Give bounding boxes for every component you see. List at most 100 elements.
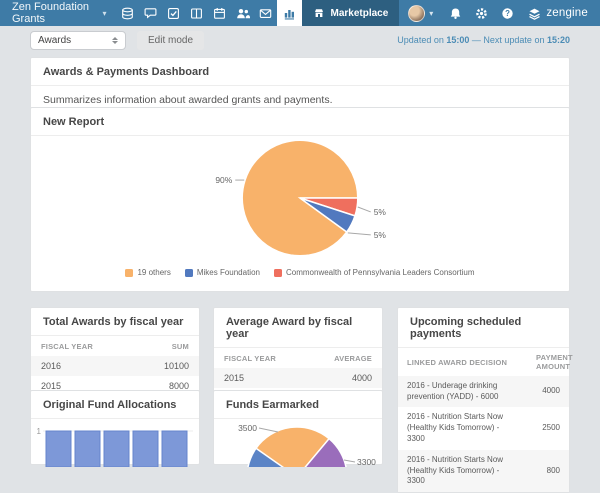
bell-icon bbox=[450, 7, 461, 19]
average-award-title: Average Award by fiscal year bbox=[214, 308, 382, 348]
notifications-button[interactable] bbox=[442, 0, 468, 26]
awards-pie-chart: 90% 5% 5% bbox=[215, 139, 387, 257]
bar-series bbox=[45, 430, 188, 467]
dashboard-title: Awards & Payments Dashboard bbox=[31, 58, 569, 86]
legend-swatch bbox=[184, 268, 193, 277]
columns-icon bbox=[191, 7, 203, 19]
updated-time: 15:00 bbox=[446, 35, 470, 45]
user-menu[interactable]: ▾ bbox=[399, 4, 442, 22]
edit-mode-button[interactable]: Edit mode bbox=[137, 31, 205, 50]
next-update-time: 15:20 bbox=[546, 35, 570, 45]
legend-label: Mikes Foundation bbox=[196, 268, 260, 277]
column-header: Average bbox=[334, 354, 372, 363]
nav-icon-bar bbox=[116, 0, 303, 26]
nav-mail-tab[interactable] bbox=[254, 0, 277, 26]
funds-earmarked-pie-chart: 3500 3300 bbox=[238, 423, 376, 467]
cell-payment-amount: 4000 bbox=[527, 375, 569, 408]
nav-tasks-tab[interactable] bbox=[162, 0, 185, 26]
legend-swatch bbox=[273, 268, 282, 277]
nav-activity-tab[interactable] bbox=[139, 0, 162, 26]
caret-down-icon: ▾ bbox=[429, 8, 434, 18]
table-row: 2016 10100 bbox=[31, 356, 199, 376]
new-report-title: New Report bbox=[31, 108, 569, 136]
bar bbox=[161, 430, 188, 467]
column-header: Payment amount bbox=[536, 353, 573, 372]
marketplace-button[interactable]: Marketplace bbox=[302, 0, 400, 26]
workspace-switcher[interactable]: Zen Foundation Grants ▾ bbox=[0, 0, 116, 26]
update-status: Updated on 15:00 — Next update on 15:20 bbox=[397, 35, 570, 45]
gear-icon bbox=[476, 7, 487, 19]
total-awards-table: Fiscal year Sum 2016 10100 2015 8000 bbox=[31, 336, 199, 396]
help-button[interactable]: ? bbox=[494, 0, 520, 26]
envelope-icon bbox=[260, 8, 272, 18]
column-header: Fiscal year bbox=[224, 354, 276, 363]
funds-earmarked-panel: Funds Earmarked 3500 3300 bbox=[213, 390, 383, 467]
upcoming-payments-table: Linked award decision Payment amount 201… bbox=[398, 348, 573, 493]
help-icon: ? bbox=[502, 7, 513, 19]
zengine-logo: zengine bbox=[520, 7, 600, 20]
upcoming-payments-panel: Upcoming scheduled payments Linked award… bbox=[397, 307, 573, 493]
marketplace-label: Marketplace bbox=[330, 7, 389, 19]
legend-swatch bbox=[125, 268, 134, 277]
y-axis-tick: 1 bbox=[37, 427, 42, 436]
new-report-chart: 90% 5% 5% bbox=[31, 136, 569, 266]
total-awards-panel: Total Awards by fiscal year Fiscal year … bbox=[30, 307, 200, 397]
pie-leader-line bbox=[258, 427, 279, 433]
calendar-icon bbox=[214, 7, 226, 19]
updated-prefix: Updated on bbox=[397, 35, 444, 45]
database-icon bbox=[122, 7, 134, 19]
legend-label: Commonwealth of Pennsylvania Leaders Con… bbox=[285, 268, 475, 277]
nav-forms-tab[interactable] bbox=[185, 0, 208, 26]
pie-label-5-red: 5% bbox=[374, 207, 387, 217]
report-toolbar: Awards Edit mode Updated on 15:00 — Next… bbox=[0, 26, 600, 56]
pie-label-3500: 3500 bbox=[238, 423, 257, 433]
cell-award-decision: 2016 - Nutrition Starts Now (Healthy Kid… bbox=[407, 412, 504, 443]
table-row: 2016 - Underage drinking prevention (YAD… bbox=[398, 375, 569, 408]
fund-allocations-panel: Original Fund Allocations 1 bbox=[30, 390, 200, 467]
legend-item: 19 others bbox=[125, 268, 171, 277]
marketplace-icon bbox=[315, 9, 324, 17]
cell-fiscal-year: 2016 bbox=[31, 356, 135, 376]
report-select-value: Awards bbox=[38, 35, 72, 46]
svg-text:?: ? bbox=[505, 9, 510, 18]
table-row: 2016 - Nutrition Starts Now (Healthy Kid… bbox=[398, 449, 569, 493]
bar-chart-icon bbox=[285, 9, 295, 19]
pie-label-3300: 3300 bbox=[357, 457, 376, 467]
zengine-logo-text: zengine bbox=[546, 7, 588, 19]
pie-leader-line bbox=[347, 232, 371, 236]
settings-button[interactable] bbox=[468, 0, 494, 26]
nav-reports-tab[interactable] bbox=[277, 0, 303, 26]
pie-label-90: 90% bbox=[215, 175, 232, 185]
bar bbox=[132, 430, 159, 467]
select-caret-icon bbox=[112, 37, 118, 44]
column-header: Sum bbox=[171, 342, 189, 351]
fund-allocations-bar-chart: 1 bbox=[37, 427, 193, 467]
cell-payment-amount: 2500 bbox=[542, 423, 560, 433]
cell-fiscal-year: 2015 bbox=[214, 368, 308, 388]
funds-earmarked-title: Funds Earmarked bbox=[214, 391, 382, 419]
top-navbar: Zen Foundation Grants ▾ Marketplace ▾ ? … bbox=[0, 0, 600, 26]
legend-item: Commonwealth of Pennsylvania Leaders Con… bbox=[273, 268, 475, 277]
caret-down-icon: ▾ bbox=[102, 8, 107, 18]
check-square-icon bbox=[168, 7, 180, 19]
nav-data-tab[interactable] bbox=[116, 0, 139, 26]
pie-label-5-blue: 5% bbox=[374, 230, 387, 240]
zengine-logo-icon bbox=[529, 8, 541, 20]
bar bbox=[45, 430, 72, 467]
cell-payment-amount: 800 bbox=[527, 449, 569, 493]
comments-icon bbox=[145, 7, 157, 19]
upcoming-payments-title: Upcoming scheduled payments bbox=[398, 308, 569, 348]
column-header: Linked award decision bbox=[407, 357, 508, 367]
nav-people-tab[interactable] bbox=[231, 0, 254, 26]
workspace-name: Zen Foundation Grants bbox=[12, 1, 90, 25]
pie-legend: 19 others Mikes Foundation Commonwealth … bbox=[31, 268, 569, 277]
bar bbox=[74, 430, 101, 467]
users-icon bbox=[237, 8, 250, 18]
new-report-panel: New Report 90% 5% 5% 19 others Mikes Fou… bbox=[30, 107, 570, 292]
report-select[interactable]: Awards bbox=[30, 31, 126, 50]
cell-award-decision: 2016 - Nutrition Starts Now (Healthy Kid… bbox=[398, 449, 527, 493]
legend-label: 19 others bbox=[137, 268, 171, 277]
pie-leader-line bbox=[343, 459, 356, 463]
table-row: 2015 4000 bbox=[214, 368, 382, 388]
nav-calendar-tab[interactable] bbox=[208, 0, 231, 26]
